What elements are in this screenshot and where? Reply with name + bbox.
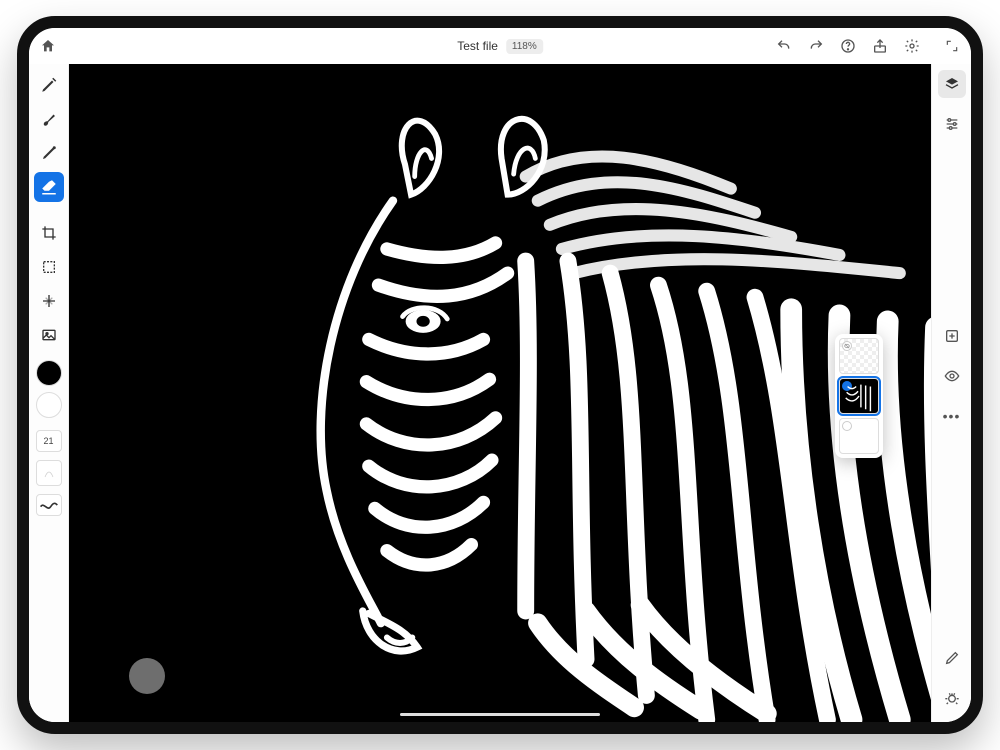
layers-popover (835, 334, 883, 458)
undo-icon[interactable] (775, 37, 793, 55)
redo-icon[interactable] (807, 37, 825, 55)
right-toolbar: ••• (931, 64, 971, 722)
right-toolbar-bottom (938, 644, 966, 712)
secondary-color-swatch[interactable] (36, 392, 62, 418)
zoom-badge[interactable]: 118% (506, 39, 543, 54)
layer-thumb-2[interactable] (839, 378, 879, 414)
zebra-artwork (224, 90, 931, 722)
more-options-icon[interactable]: ••• (938, 402, 966, 430)
primary-color-swatch[interactable] (36, 360, 62, 386)
layer-thumb-1[interactable] (839, 418, 879, 454)
titlebar-left (39, 37, 57, 55)
title-center: Test file 118% (457, 39, 543, 54)
layers-panel-icon[interactable] (938, 70, 966, 98)
brush-shape-chip[interactable] (36, 460, 62, 486)
expand-icon[interactable] (943, 37, 961, 55)
left-toolbar: 21 (29, 64, 69, 722)
add-layer-icon[interactable] (938, 322, 966, 350)
properties-panel-icon[interactable] (938, 110, 966, 138)
brush-size-chip[interactable]: 21 (36, 430, 62, 452)
home-indicator (400, 713, 600, 716)
transform-tool-icon[interactable] (34, 286, 64, 316)
home-icon[interactable] (39, 37, 57, 55)
share-icon[interactable] (871, 37, 889, 55)
document-title: Test file (457, 39, 498, 53)
layer-badge-icon (842, 421, 852, 431)
paint-brush-tool-icon[interactable] (34, 104, 64, 134)
titlebar: Test file 118% (29, 28, 971, 64)
selection-tool-icon[interactable] (34, 252, 64, 282)
image-tool-icon[interactable] (34, 320, 64, 350)
gear-icon[interactable] (903, 37, 921, 55)
crop-tool-icon[interactable] (34, 218, 64, 248)
touch-shortcut-dot[interactable] (129, 658, 165, 694)
tablet-frame: Test file 118% (17, 16, 983, 734)
visibility-icon[interactable] (938, 362, 966, 390)
bug-icon[interactable] (938, 684, 966, 712)
app-screen: Test file 118% (29, 28, 971, 722)
smudge-tool-icon[interactable] (34, 138, 64, 168)
canvas-area[interactable] (69, 64, 931, 722)
eraser-tool-icon[interactable] (34, 172, 64, 202)
layer-thumb-3[interactable] (839, 338, 879, 374)
titlebar-right (775, 37, 961, 55)
visibility-off-icon[interactable] (842, 341, 852, 351)
pencil-tool-icon[interactable] (34, 70, 64, 100)
edit-icon[interactable] (938, 644, 966, 672)
workarea: 21 (29, 64, 971, 722)
help-icon[interactable] (839, 37, 857, 55)
artboard[interactable] (69, 64, 931, 722)
brush-stroke-chip[interactable] (36, 494, 62, 516)
